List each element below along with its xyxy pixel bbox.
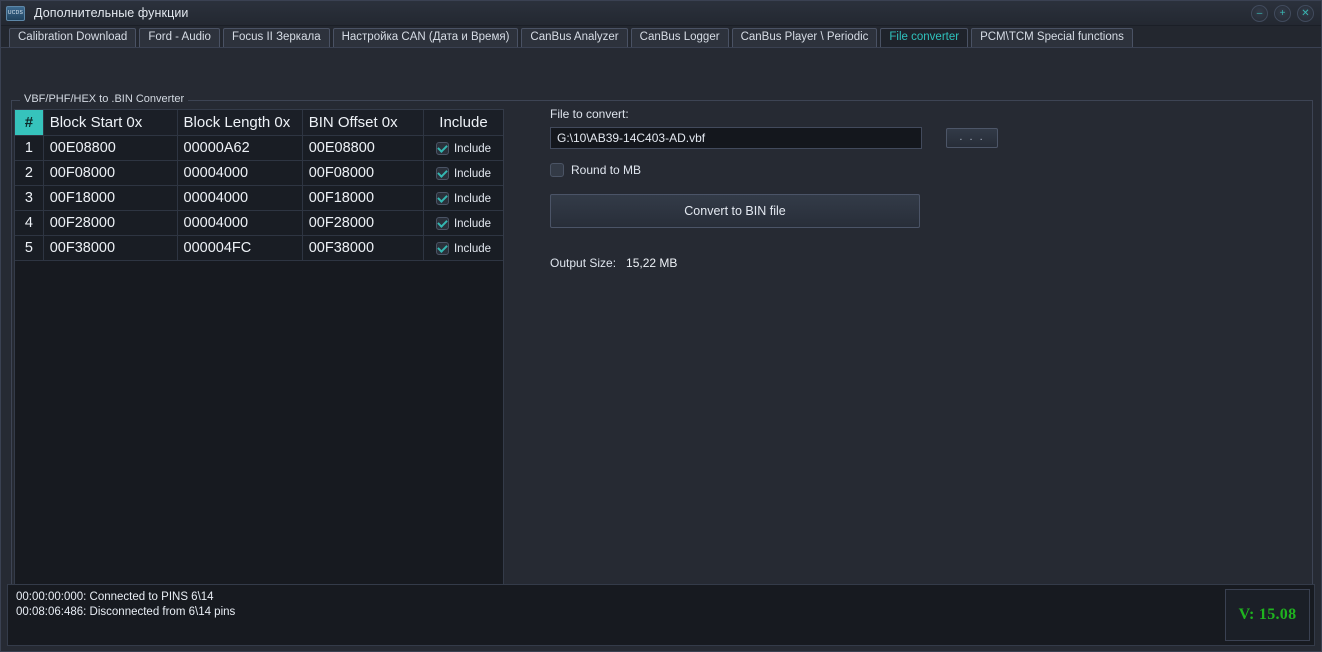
output-size-label: Output Size: — [550, 256, 616, 270]
converter-controls: File to convert: . . . Round to MB Conve… — [550, 107, 1310, 270]
converter-group-panel: VBF/PHF/HEX to .BIN Converter # Block St… — [11, 100, 1313, 617]
tab-pcm-tcm-special-functions[interactable]: PCM\TCM Special functions — [971, 28, 1133, 47]
browse-button[interactable]: . . . — [946, 128, 998, 148]
include-label: Include — [454, 193, 491, 205]
tab-strip: Calibration Download Ford - Audio Focus … — [1, 26, 1321, 48]
cell-include[interactable]: Include — [423, 185, 503, 210]
include-checkbox-wrap[interactable]: Include — [436, 142, 491, 155]
table-header-row: # Block Start 0x Block Length 0x BIN Off… — [15, 110, 503, 135]
column-header-block-start[interactable]: Block Start 0x — [43, 110, 177, 135]
checkbox-checked-icon[interactable] — [436, 242, 449, 255]
checkbox-checked-icon[interactable] — [436, 217, 449, 230]
version-badge: V: 15.08 — [1225, 589, 1310, 641]
table-row[interactable]: 3 00F18000 00004000 00F18000 Include — [15, 185, 503, 210]
table-row[interactable]: 1 00E08800 00000A62 00E08800 Include — [15, 135, 503, 160]
cell-block-start[interactable]: 00E08800 — [43, 135, 177, 160]
close-icon[interactable]: ✕ — [1297, 5, 1314, 22]
cell-bin-offset[interactable]: 00F28000 — [302, 210, 423, 235]
app-logo-text: UCDS — [8, 10, 23, 16]
column-header-include[interactable]: Include — [423, 110, 503, 135]
row-index: 3 — [15, 185, 43, 210]
cell-block-start[interactable]: 00F08000 — [43, 160, 177, 185]
round-to-mb-label: Round to MB — [571, 163, 641, 177]
cell-include[interactable]: Include — [423, 235, 503, 260]
cell-bin-offset[interactable]: 00F08000 — [302, 160, 423, 185]
tab-file-converter[interactable]: File converter — [880, 28, 968, 47]
cell-include[interactable]: Include — [423, 160, 503, 185]
round-to-mb-checkbox-icon[interactable] — [550, 163, 564, 177]
group-legend: VBF/PHF/HEX to .BIN Converter — [20, 93, 188, 105]
row-index: 5 — [15, 235, 43, 260]
app-window: UCDS Дополнительные функции – + ✕ Calibr… — [0, 0, 1322, 652]
table-row[interactable]: 2 00F08000 00004000 00F08000 Include — [15, 160, 503, 185]
tab-canbus-logger[interactable]: CanBus Logger — [631, 28, 729, 47]
table-row[interactable]: 4 00F28000 00004000 00F28000 Include — [15, 210, 503, 235]
tab-canbus-analyzer[interactable]: CanBus Analyzer — [521, 28, 627, 47]
row-index: 2 — [15, 160, 43, 185]
cell-bin-offset[interactable]: 00F38000 — [302, 235, 423, 260]
file-input-row: . . . — [550, 127, 1310, 149]
cell-block-start[interactable]: 00F28000 — [43, 210, 177, 235]
cell-block-start[interactable]: 00F38000 — [43, 235, 177, 260]
include-checkbox-wrap[interactable]: Include — [436, 217, 491, 230]
convert-to-bin-button[interactable]: Convert to BIN file — [550, 194, 920, 228]
status-log-panel[interactable]: 00:00:00:000: Connected to PINS 6\14 00:… — [7, 584, 1315, 646]
include-checkbox-wrap[interactable]: Include — [436, 167, 491, 180]
tab-calibration-download[interactable]: Calibration Download — [9, 28, 136, 47]
cell-include[interactable]: Include — [423, 135, 503, 160]
tab-canbus-player-periodic[interactable]: CanBus Player \ Periodic — [732, 28, 878, 47]
cell-block-length[interactable]: 00000A62 — [177, 135, 302, 160]
checkbox-checked-icon[interactable] — [436, 192, 449, 205]
row-index: 4 — [15, 210, 43, 235]
round-to-mb-row[interactable]: Round to MB — [550, 163, 1310, 177]
window-controls: – + ✕ — [1251, 5, 1314, 22]
tab-ford-audio[interactable]: Ford - Audio — [139, 28, 220, 47]
table-header: # Block Start 0x Block Length 0x BIN Off… — [15, 110, 503, 135]
column-header-bin-offset[interactable]: BIN Offset 0x — [302, 110, 423, 135]
cell-bin-offset[interactable]: 00E08800 — [302, 135, 423, 160]
include-label: Include — [454, 243, 491, 255]
checkbox-checked-icon[interactable] — [436, 142, 449, 155]
include-checkbox-wrap[interactable]: Include — [436, 192, 491, 205]
log-line: 00:00:00:000: Connected to PINS 6\14 — [16, 590, 1306, 605]
table-row[interactable]: 5 00F38000 000004FC 00F38000 Include — [15, 235, 503, 260]
table-body: 1 00E08800 00000A62 00E08800 Include — [15, 135, 503, 260]
include-label: Include — [454, 143, 491, 155]
cell-block-start[interactable]: 00F18000 — [43, 185, 177, 210]
file-to-convert-label: File to convert: — [550, 107, 1310, 121]
blocks-table-container[interactable]: # Block Start 0x Block Length 0x BIN Off… — [14, 109, 504, 612]
column-header-index[interactable]: # — [15, 110, 43, 135]
app-logo-icon: UCDS — [6, 6, 25, 21]
log-line: 00:08:06:486: Disconnected from 6\14 pin… — [16, 605, 1306, 620]
row-index: 1 — [15, 135, 43, 160]
cell-block-length[interactable]: 00004000 — [177, 210, 302, 235]
cell-block-length[interactable]: 00004000 — [177, 160, 302, 185]
cell-bin-offset[interactable]: 00F18000 — [302, 185, 423, 210]
include-label: Include — [454, 218, 491, 230]
file-path-input[interactable] — [550, 127, 922, 149]
tab-can-settings[interactable]: Настройка CAN (Дата и Время) — [333, 28, 519, 47]
blocks-table: # Block Start 0x Block Length 0x BIN Off… — [15, 110, 503, 261]
cell-block-length[interactable]: 00004000 — [177, 185, 302, 210]
titlebar: UCDS Дополнительные функции – + ✕ — [1, 1, 1321, 26]
column-header-block-length[interactable]: Block Length 0x — [177, 110, 302, 135]
include-checkbox-wrap[interactable]: Include — [436, 242, 491, 255]
window-title: Дополнительные функции — [34, 6, 189, 20]
checkbox-checked-icon[interactable] — [436, 167, 449, 180]
cell-block-length[interactable]: 000004FC — [177, 235, 302, 260]
output-size-value: 15,22 MB — [626, 256, 677, 270]
minimize-icon[interactable]: – — [1251, 5, 1268, 22]
tab-focus-ii-mirrors[interactable]: Focus II Зеркала — [223, 28, 330, 47]
main-content: VBF/PHF/HEX to .BIN Converter # Block St… — [1, 48, 1321, 577]
maximize-icon[interactable]: + — [1274, 5, 1291, 22]
include-label: Include — [454, 168, 491, 180]
output-size-row: Output Size: 15,22 MB — [550, 256, 1310, 270]
cell-include[interactable]: Include — [423, 210, 503, 235]
